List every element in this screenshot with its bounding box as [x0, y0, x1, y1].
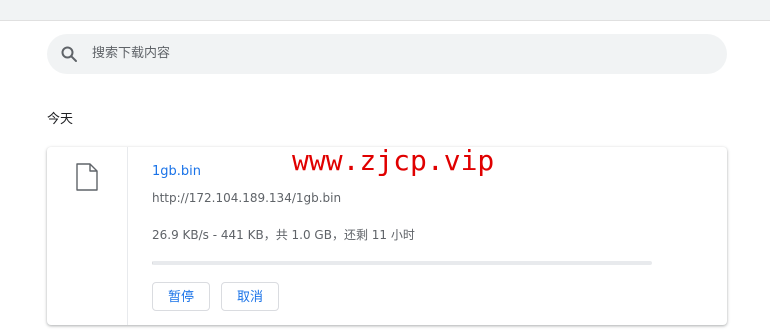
download-filename-link[interactable]: 1gb.bin	[152, 163, 201, 181]
file-icon-column	[47, 147, 128, 325]
search-bar[interactable]: 搜索下载内容	[47, 34, 727, 74]
date-section-title: 今天	[47, 112, 74, 127]
cancel-button[interactable]: 取消	[221, 282, 279, 311]
search-icon	[60, 45, 78, 63]
file-icon	[76, 163, 98, 191]
download-url: http://172.104.189.134/1gb.bin	[152, 191, 342, 205]
watermark-text: www.zjcp.vip	[292, 144, 495, 177]
search-placeholder[interactable]: 搜索下载内容	[92, 45, 170, 63]
top-bar	[0, 0, 770, 21]
pause-button[interactable]: 暂停	[152, 282, 210, 311]
download-status: 26.9 KB/s - 441 KB，共 1.0 GB，还剩 11 小时	[152, 228, 415, 242]
download-progress-bar	[152, 261, 652, 265]
